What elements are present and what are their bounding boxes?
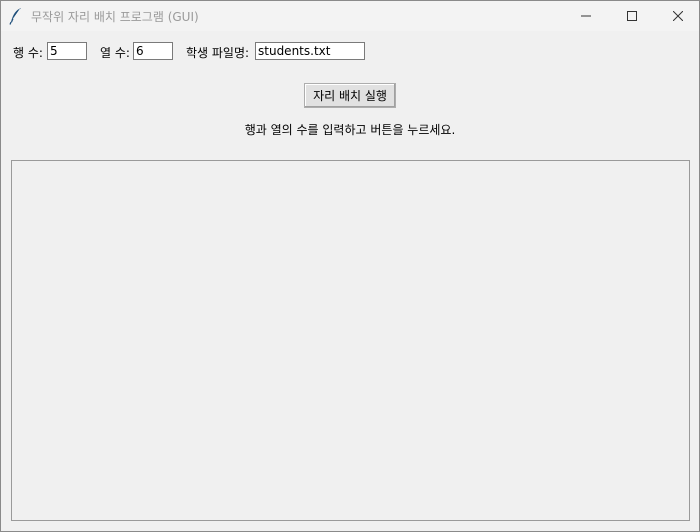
rows-input[interactable] [47, 42, 87, 60]
maximize-icon [627, 11, 637, 21]
seating-output-area[interactable] [11, 160, 690, 521]
title-bar[interactable]: 무작위 자리 배치 프로그램 (GUI) [1, 1, 699, 31]
app-window: 무작위 자리 배치 프로그램 (GUI) 행 수: 열 수: 학생 파일명: 자… [0, 0, 700, 532]
window-title: 무작위 자리 배치 프로그램 (GUI) [31, 10, 199, 24]
close-icon [673, 11, 683, 21]
rows-label: 행 수: [13, 46, 43, 60]
maximize-button[interactable] [609, 1, 655, 31]
cols-label: 열 수: [100, 46, 130, 60]
minimize-button[interactable] [563, 1, 609, 31]
cols-input[interactable] [133, 42, 173, 60]
file-input[interactable] [255, 42, 365, 60]
run-seating-button[interactable]: 자리 배치 실행 [304, 83, 396, 108]
minimize-icon [581, 15, 591, 17]
file-label: 학생 파일명: [186, 46, 250, 60]
close-button[interactable] [655, 1, 699, 31]
feather-icon [8, 7, 24, 25]
status-message: 행과 열의 수를 입력하고 버튼을 누르세요. [244, 123, 456, 137]
